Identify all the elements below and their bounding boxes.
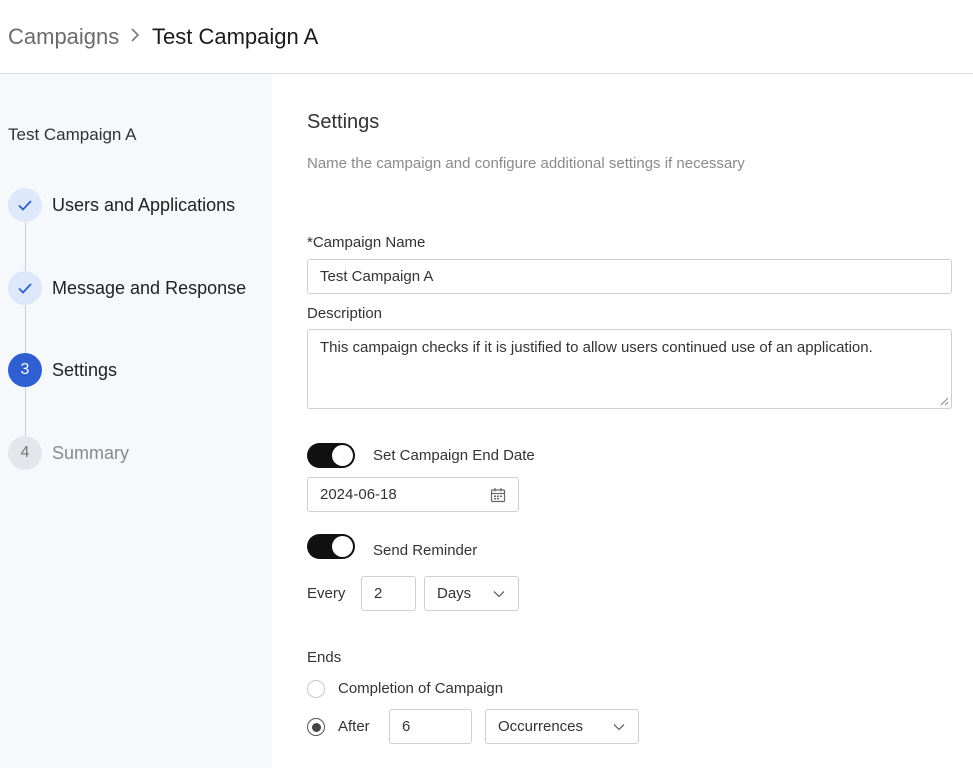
after-occurrences-input[interactable]: 6 [389, 709, 472, 744]
after-unit-value: Occurrences [498, 718, 584, 735]
reminder-unit-select[interactable]: Days [424, 576, 519, 611]
sidebar-campaign-title: Test Campaign A [8, 125, 137, 144]
step-number-badge: 3 [8, 353, 42, 387]
campaign-name-input[interactable]: Test Campaign A [307, 259, 952, 294]
breadcrumb-current: Test Campaign A [152, 24, 319, 49]
after-label: After [338, 718, 370, 735]
step-label: Settings [52, 359, 118, 380]
chevron-down-icon [493, 591, 505, 598]
description-label: Description [307, 305, 383, 322]
reminder-interval-input[interactable]: 2 [361, 576, 416, 611]
step-connector [25, 387, 26, 436]
send-reminder-toggle-label: Send Reminder [373, 542, 478, 559]
check-icon [18, 200, 32, 211]
calendar-icon[interactable] [490, 487, 506, 503]
step-label: Message and Response [52, 277, 247, 298]
completion-of-campaign-label: Completion of Campaign [338, 680, 504, 697]
step-label: Summary [52, 442, 130, 463]
radio-selected-dot [311, 722, 321, 732]
every-label: Every [307, 585, 346, 602]
end-date-toggle-label: Set Campaign End Date [373, 447, 535, 464]
radio-completion-of-campaign[interactable] [307, 680, 325, 698]
step-number-badge: 4 [8, 436, 42, 470]
send-reminder-toggle[interactable] [307, 534, 355, 559]
description-textarea[interactable]: This campaign checks if it is justified … [307, 329, 952, 409]
description-text: This campaign checks if it is justified … [320, 339, 873, 356]
toggle-knob [332, 536, 353, 557]
campaign-name-label: *Campaign Name [307, 234, 426, 251]
end-date-toggle[interactable] [307, 443, 355, 468]
radio-after[interactable] [307, 718, 325, 736]
ends-label: Ends [307, 649, 342, 666]
after-unit-select[interactable]: Occurrences [485, 709, 639, 744]
reminder-unit-value: Days [437, 585, 472, 602]
check-icon [18, 283, 32, 294]
resize-handle-icon[interactable] [940, 397, 949, 406]
page-title: Settings [307, 111, 380, 133]
page-header: Campaigns Test Campaign A [0, 0, 973, 74]
toggle-knob [332, 445, 353, 466]
sidebar: Test Campaign A Users and Applications M… [0, 75, 272, 768]
step-users-and-applications[interactable]: Users and Applications [8, 188, 235, 222]
breadcrumb-campaigns-link[interactable]: Campaigns [8, 24, 119, 50]
step-settings[interactable]: 3 Settings [8, 353, 117, 387]
step-summary[interactable]: 4 Summary [8, 436, 129, 470]
step-connector [25, 222, 26, 271]
page-subtitle: Name the campaign and configure addition… [307, 155, 745, 172]
end-date-value: 2024-06-18 [320, 486, 397, 503]
step-connector [25, 305, 26, 353]
step-complete-badge [8, 188, 42, 222]
chevron-down-icon [613, 724, 625, 731]
step-complete-badge [8, 271, 42, 305]
end-date-input[interactable]: 2024-06-18 [307, 477, 519, 512]
chevron-right-icon [131, 28, 140, 42]
step-label: Users and Applications [52, 194, 236, 215]
step-message-and-response[interactable]: Message and Response [8, 271, 246, 305]
